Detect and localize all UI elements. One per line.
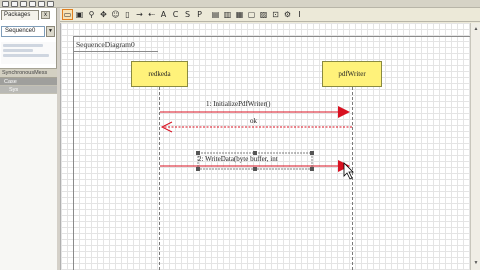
- model-panel: SynchronousMess Case Sys: [0, 68, 57, 270]
- tree-item[interactable]: [3, 49, 33, 52]
- model-panel-header: SynchronousMess: [0, 69, 57, 78]
- pan-icon[interactable]: ✥: [98, 9, 109, 20]
- window-icon: [38, 0, 45, 7]
- chevron-down-icon[interactable]: ▼: [46, 26, 55, 37]
- scroll-up-icon[interactable]: ▲: [472, 25, 480, 33]
- message-label[interactable]: ok: [250, 117, 257, 125]
- list-item[interactable]: Sys: [0, 86, 57, 94]
- window-icon: [11, 0, 18, 7]
- note-icon[interactable]: ▣: [74, 9, 85, 20]
- close-icon[interactable]: x: [41, 11, 50, 19]
- letter-p-icon[interactable]: P: [194, 9, 205, 20]
- actor-icon[interactable]: ☺: [110, 9, 121, 20]
- zoom-icon[interactable]: ⚲: [86, 9, 97, 20]
- text-icon[interactable]: A: [158, 9, 169, 20]
- frame-icon[interactable]: ▤: [210, 9, 221, 20]
- diagram-toolbar: ▭ ▣ ⚲ ✥ ☺ ▯ → ⇠ A C S P ▤ ▥ ▦ ▢ ▨ ⊡ ⚙ Ⅰ: [60, 8, 480, 22]
- top-icon-strip: [0, 0, 480, 8]
- diagram-title: SequenceDiagram0: [76, 40, 135, 49]
- letter-c-icon[interactable]: C: [170, 9, 181, 20]
- packages-tab[interactable]: Packages: [1, 10, 39, 20]
- scroll-down-icon[interactable]: ▼: [472, 259, 480, 267]
- gear-icon[interactable]: ⚙: [282, 9, 293, 20]
- app-icon: [2, 0, 9, 7]
- message-label[interactable]: 1: InitializePdfWriter(): [206, 100, 270, 108]
- lifeline-icon[interactable]: ▯: [122, 9, 133, 20]
- toolbar-separator: [206, 9, 209, 20]
- frame-title-divider: [73, 51, 158, 52]
- fragment-icon[interactable]: ▥: [222, 9, 233, 20]
- box-icon[interactable]: ▢: [246, 9, 257, 20]
- vertical-scrollbar[interactable]: ▲ ▼: [470, 23, 480, 270]
- link-icon[interactable]: ⊡: [270, 9, 281, 20]
- list-item[interactable]: Case: [0, 78, 57, 86]
- text-cursor-icon[interactable]: Ⅰ: [294, 9, 305, 20]
- window-icon: [29, 0, 36, 7]
- return-icon[interactable]: ⇠: [146, 9, 157, 20]
- lifeline-line: [352, 87, 353, 270]
- tree-item[interactable]: [3, 44, 43, 47]
- letter-s-icon[interactable]: S: [182, 9, 193, 20]
- lifeline-line: [159, 87, 160, 270]
- combined-icon[interactable]: ▦: [234, 9, 245, 20]
- message-label[interactable]: 2: WriteData(byte buffer, int: [198, 155, 278, 163]
- select-icon[interactable]: ▭: [62, 9, 73, 20]
- image-icon[interactable]: ▨: [258, 9, 269, 20]
- packages-panel: Packages x Sequence0 ▼ SynchronousMess C…: [0, 8, 57, 270]
- package-tree[interactable]: [1, 42, 56, 64]
- lifeline-head[interactable]: redkeda: [131, 61, 188, 87]
- tree-item[interactable]: [3, 54, 49, 57]
- diagram-select[interactable]: Sequence0: [1, 26, 45, 37]
- message-icon[interactable]: →: [134, 9, 145, 20]
- window-icon: [47, 0, 54, 7]
- lifeline-head[interactable]: pdfWriter: [322, 61, 382, 87]
- window-icon: [20, 0, 27, 7]
